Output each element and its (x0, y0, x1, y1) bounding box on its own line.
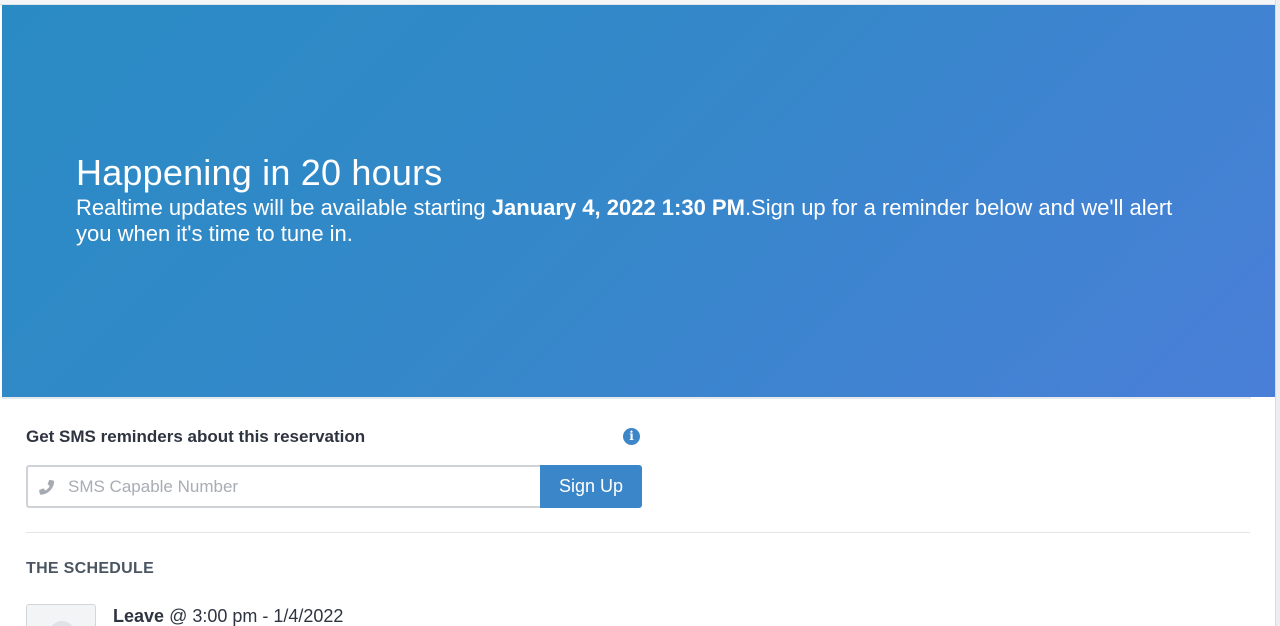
schedule-item-action: Leave (113, 606, 165, 626)
page: Happening in 20 hours Realtime updates w… (0, 0, 1280, 626)
sms-number-input[interactable] (68, 467, 528, 506)
hero-banner: Happening in 20 hours Realtime updates w… (2, 5, 1275, 397)
hero-description: Realtime updates will be available start… (76, 195, 1186, 247)
hero-desc-prefix: Realtime updates will be available start… (76, 195, 492, 220)
sms-heading: Get SMS reminders about this reservation (26, 427, 366, 446)
sms-reminder-section: Get SMS reminders about this reservation… (26, 424, 642, 508)
hero-desc-datetime: January 4, 2022 1:30 PM (491, 195, 745, 220)
schedule-item-time: @ 3:00 pm - 1/4/2022 (169, 606, 344, 626)
hero-title: Happening in 20 hours (76, 152, 443, 193)
section-divider (26, 532, 1250, 533)
schedule-item-text: Leave @ 3:00 pm - 1/4/2022 (113, 605, 343, 626)
sign-up-button[interactable]: Sign Up (540, 465, 642, 508)
thumbnail-placeholder-icon (49, 621, 75, 626)
scrollbar[interactable] (1275, 0, 1280, 626)
phone-icon (39, 479, 55, 495)
sms-input-wrapper (26, 465, 540, 508)
schedule-item: Leave @ 3:00 pm - 1/4/2022 (26, 604, 626, 626)
sms-form: Sign Up (26, 465, 642, 508)
info-icon[interactable]: i (623, 428, 640, 445)
schedule-item-thumbnail (26, 604, 96, 626)
hero-divider (2, 397, 1251, 399)
schedule-heading: THE SCHEDULE (26, 560, 155, 577)
